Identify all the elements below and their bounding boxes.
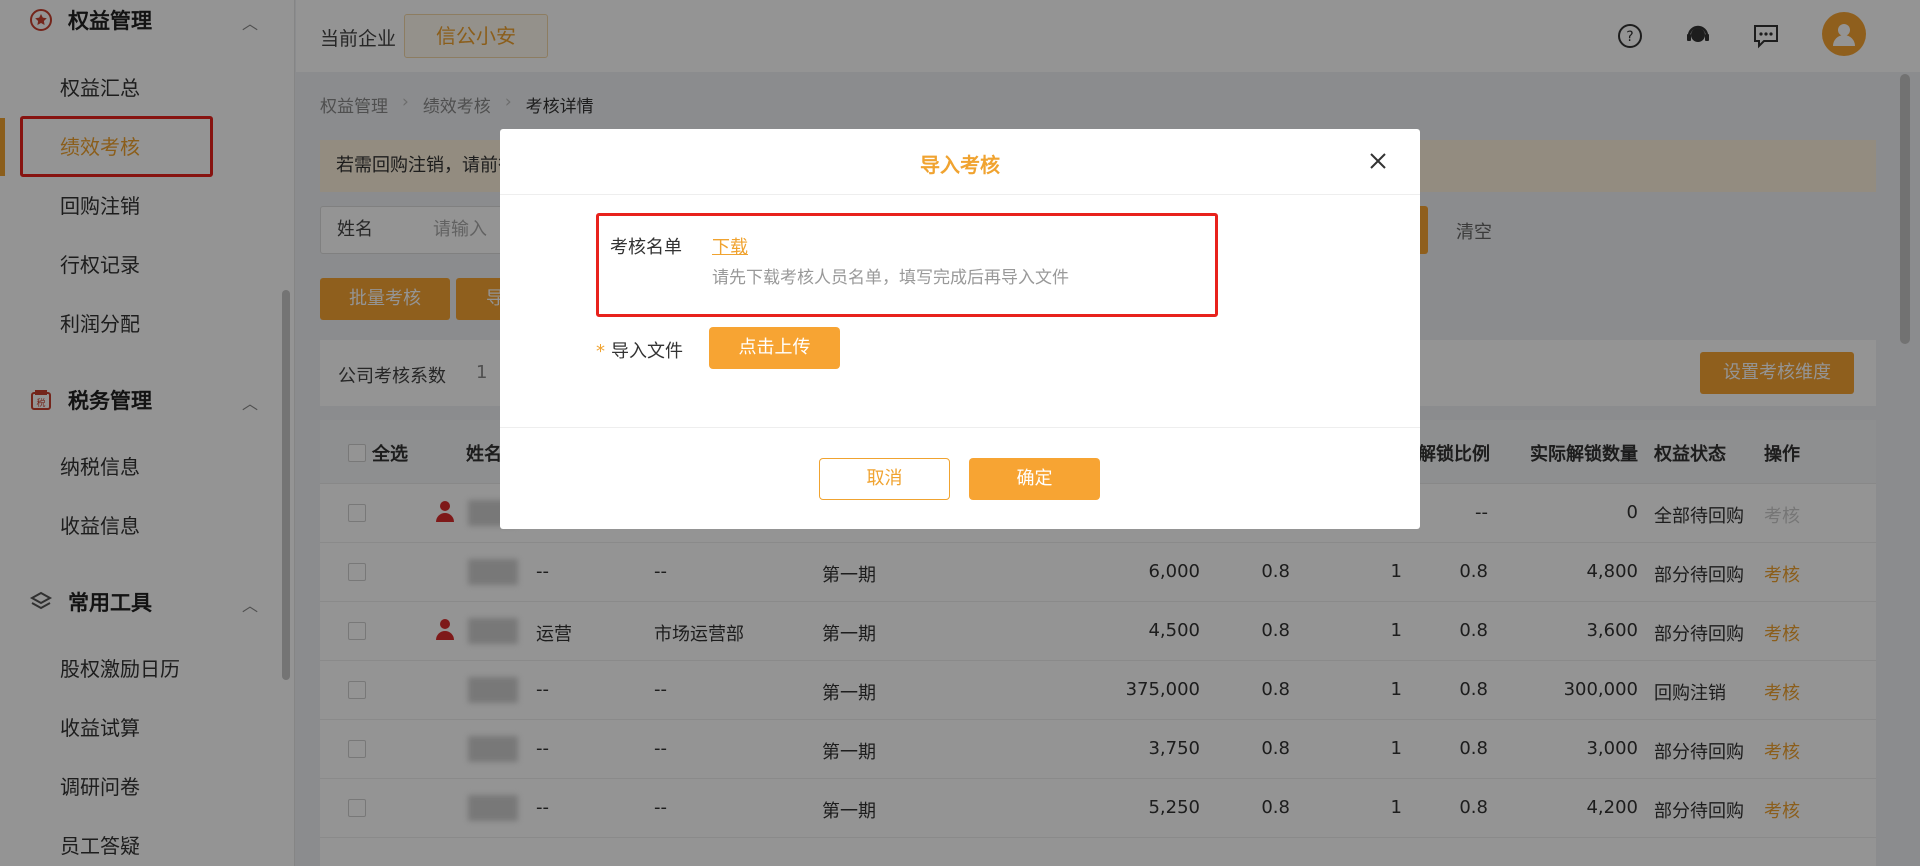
download-hint: 请先下载考核人员名单，填写完成后再导入文件 xyxy=(712,268,1069,288)
dialog-title: 导入考核 xyxy=(920,153,1000,177)
required-mark: * xyxy=(596,341,605,362)
file-label-text: 导入文件 xyxy=(611,341,683,362)
import-assessment-dialog: 导入考核 考核名单 下载 请先下载考核人员名单，填写完成后再导入文件 * 导入文件… xyxy=(500,129,1420,529)
confirm-button[interactable]: 确定 xyxy=(969,458,1100,500)
upload-button[interactable]: 点击上传 xyxy=(709,327,840,369)
dialog-divider xyxy=(500,427,1420,428)
download-link[interactable]: 下载 xyxy=(712,233,748,259)
dialog-header: 导入考核 xyxy=(500,129,1420,195)
file-label: * 导入文件 xyxy=(596,337,683,363)
close-icon[interactable] xyxy=(1368,151,1390,173)
cancel-button[interactable]: 取消 xyxy=(819,458,950,500)
list-label: 考核名单 xyxy=(610,237,682,258)
